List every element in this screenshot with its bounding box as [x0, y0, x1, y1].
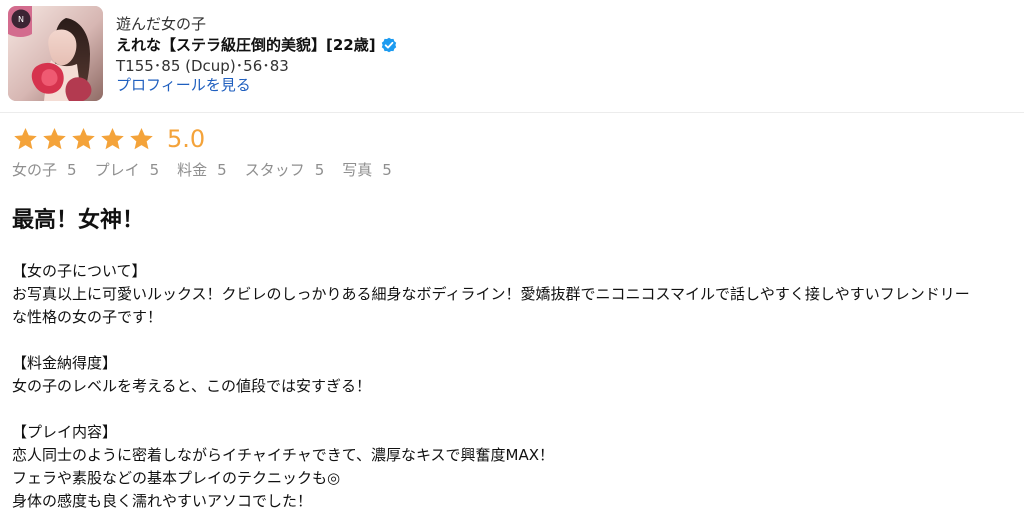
star-icon: [72, 127, 95, 149]
review-line: 【プレイ内容】: [12, 423, 118, 441]
review-line: 【料金納得度】: [12, 354, 118, 372]
profile-avatar[interactable]: N: [8, 6, 103, 101]
rating-stars: [12, 126, 155, 153]
subscore-value: 5: [149, 161, 160, 179]
review-line: 【女の子について】: [12, 262, 147, 280]
girl-measurements: T155･85 (Dcup)･56･83: [116, 57, 289, 75]
subscores-row: 女の子 5 プレイ 5 料金 5 スタッフ 5 写真 5: [12, 160, 392, 180]
review-line: お写真以上に可愛いルックス！クビレのしっかりある細身なボディライン！愛嬌抜群でニ…: [12, 285, 970, 303]
star-icon: [43, 127, 66, 149]
reviewed-girl-header: N 遊んだ女の子 えれな【ステラ級圧倒的美貌】[22歳] T155･85 (Dc…: [0, 0, 1024, 113]
star-icon: [101, 127, 124, 149]
girl-name-row: えれな【ステラ級圧倒的美貌】[22歳]: [116, 35, 996, 55]
review-title: 最高！女神！: [12, 208, 145, 233]
subscore-value: 5: [314, 161, 325, 179]
review-line: 身体の感度も良く濡れやすいアソコでした！: [12, 492, 313, 510]
review-body: 【女の子について】お写真以上に可愛いルックス！クビレのしっかりある細身なボディラ…: [12, 260, 1012, 513]
review-line: な性格の女の子です！: [12, 308, 163, 326]
subscore-item: 女の子 5: [12, 160, 77, 180]
subscore-item: 写真 5: [342, 160, 392, 180]
subscore-value: 5: [382, 161, 392, 179]
view-profile-link[interactable]: プロフィールを見る: [116, 76, 251, 95]
profile-info: 遊んだ女の子 えれな【ステラ級圧倒的美貌】[22歳] T155･85 (Dcup…: [116, 14, 996, 95]
subscore-label: プレイ: [94, 161, 140, 179]
review-line: フェラや素股などの基本プレイのテクニックも◎: [12, 469, 341, 487]
subscore-label: 料金: [177, 161, 208, 179]
subscore-item: 料金 5: [177, 160, 227, 180]
subscore-label: 写真: [342, 161, 373, 179]
rating-value: 5.0: [167, 125, 206, 153]
subscore-item: スタッフ 5: [245, 160, 325, 180]
profile-photo-image: N: [8, 6, 103, 101]
subscore-label: 女の子: [12, 161, 58, 179]
subscore-item: プレイ 5: [95, 160, 160, 180]
review-line: 女の子のレベルを考えると、この値段では安すぎる！: [12, 377, 371, 395]
overall-rating: 5.0: [12, 122, 205, 156]
star-icon: [14, 127, 37, 149]
svg-text:N: N: [18, 15, 24, 24]
review-line: 恋人同士のように密着しながらイチャイチャできて、濃厚なキスで興奮度MAX！: [12, 446, 554, 464]
girl-name: えれな【ステラ級圧倒的美貌】[22歳]: [116, 36, 376, 54]
subscore-value: 5: [217, 161, 227, 179]
subscore-value: 5: [67, 161, 77, 179]
subscore-label: スタッフ: [244, 161, 305, 179]
verified-badge-icon: [381, 37, 397, 53]
star-icon: [130, 127, 153, 149]
review-page: N 遊んだ女の子 えれな【ステラ級圧倒的美貌】[22歳] T155･85 (Dc…: [0, 0, 1024, 518]
played-with-label: 遊んだ女の子: [116, 15, 207, 33]
